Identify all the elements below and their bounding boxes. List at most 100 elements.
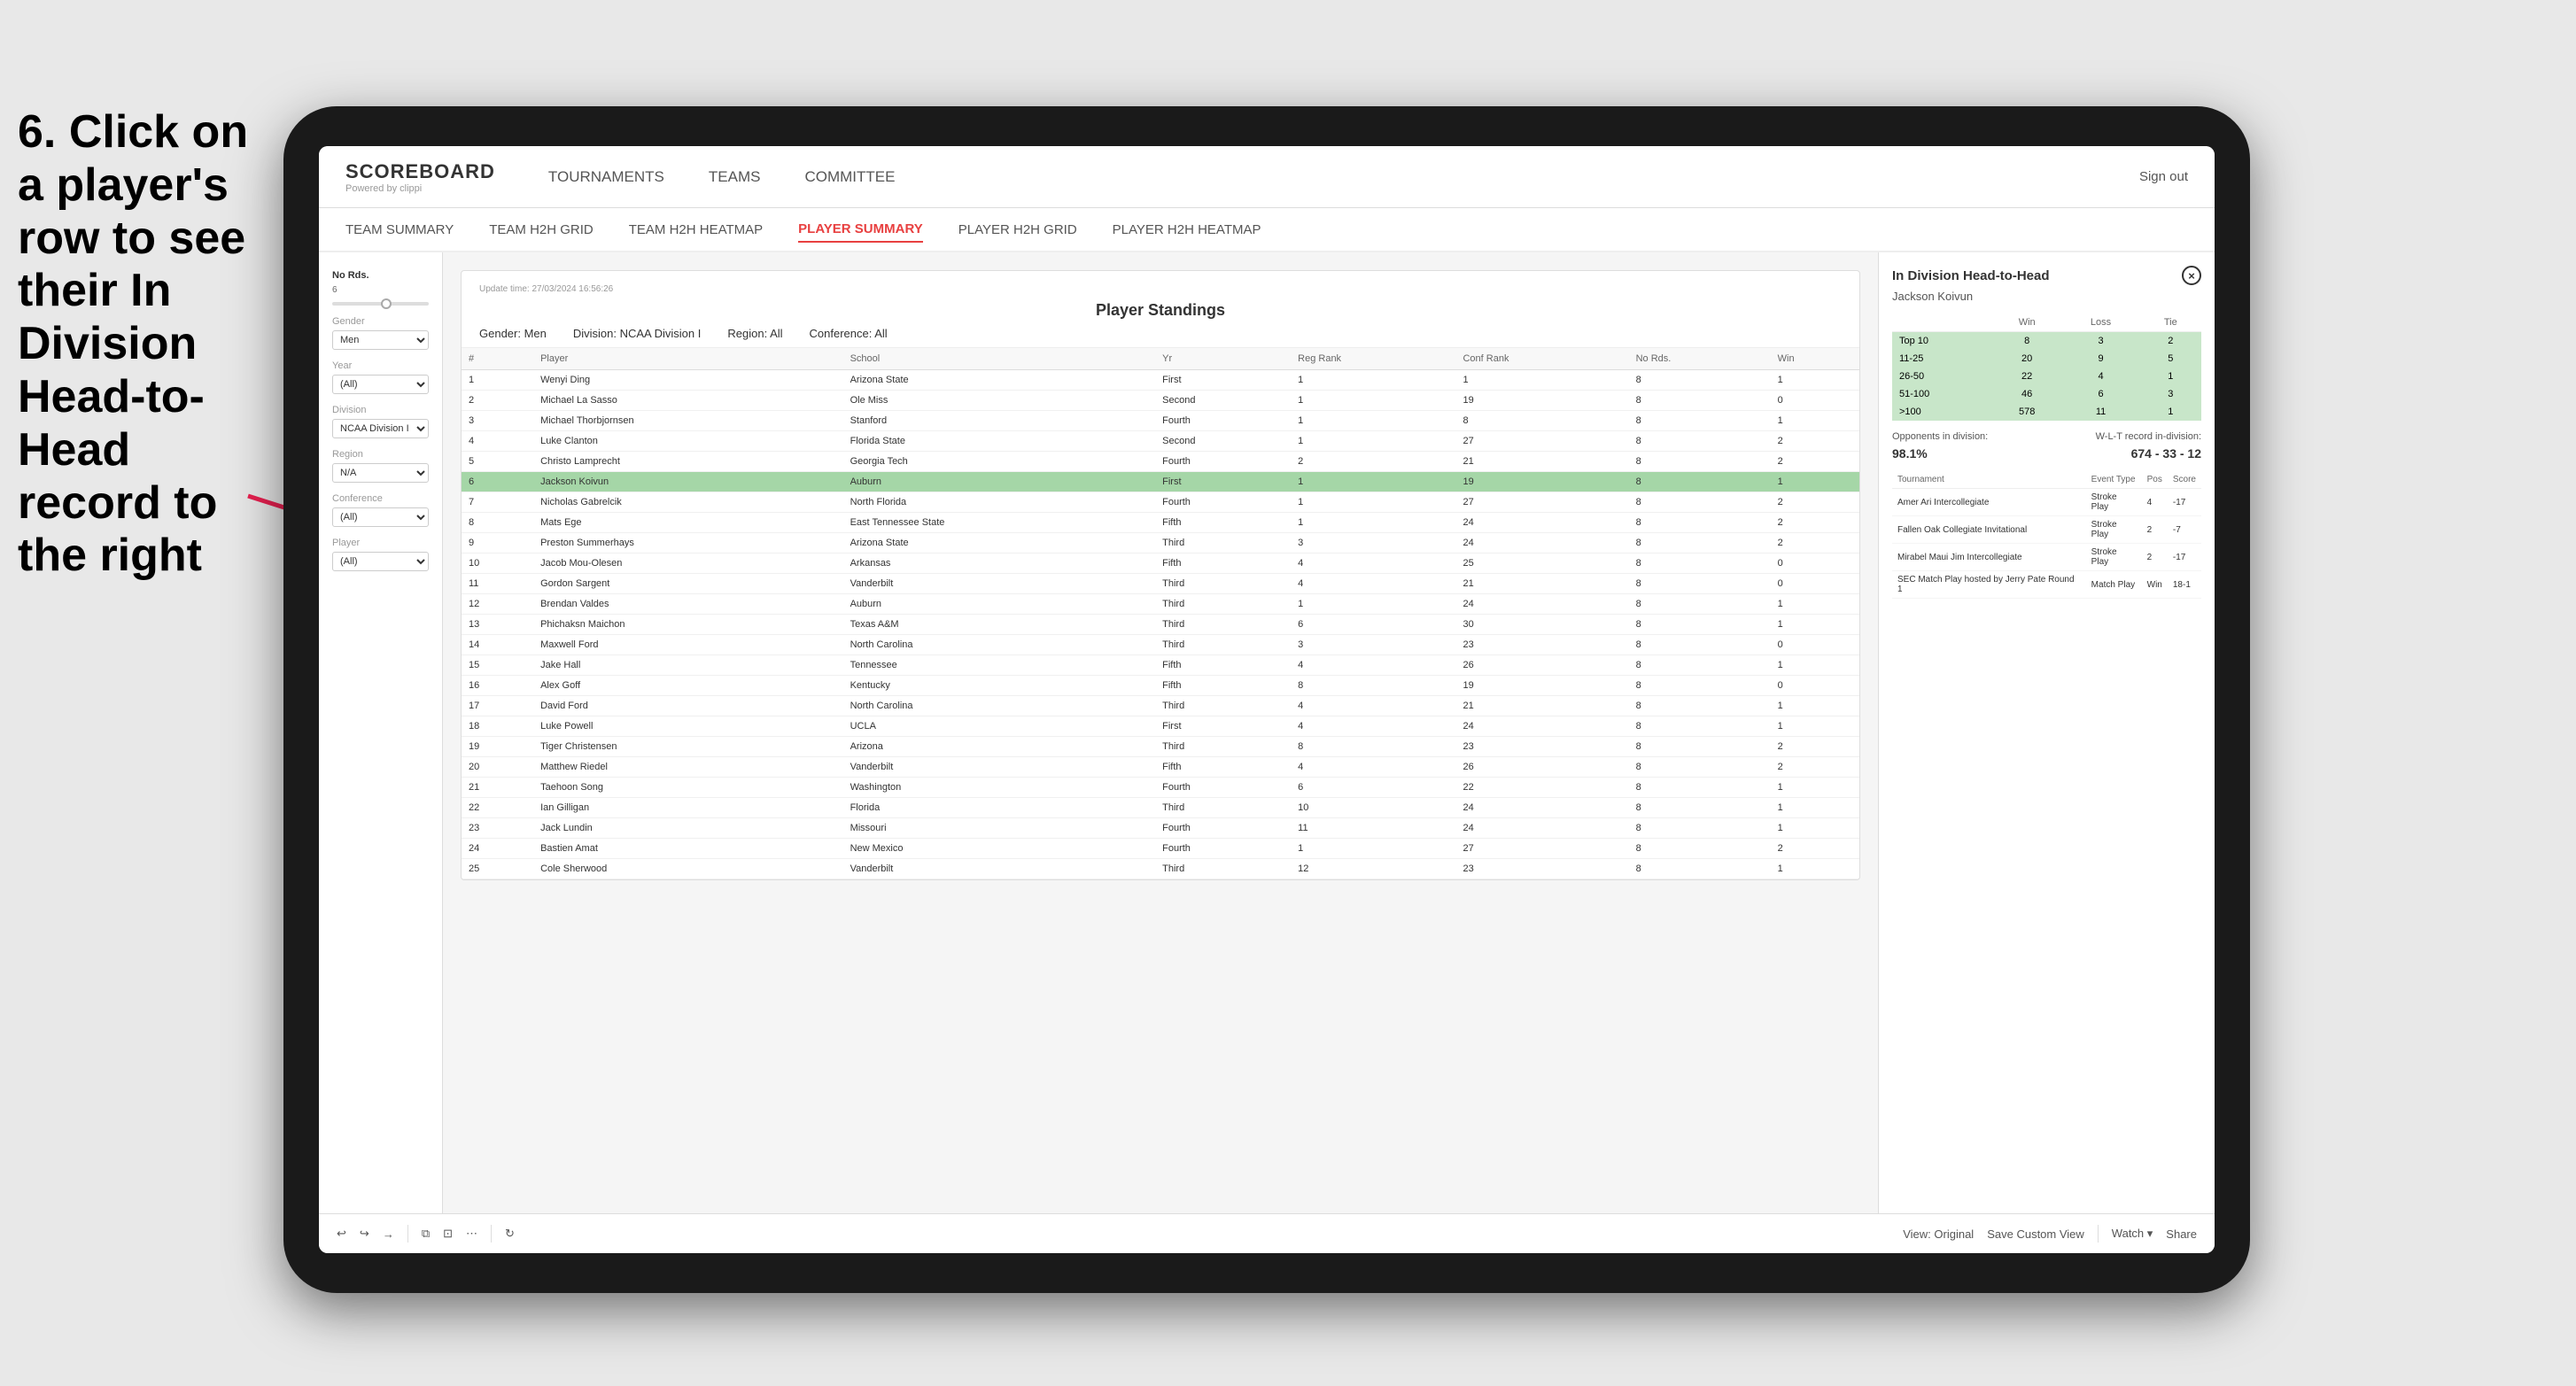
table-row[interactable]: 1 Wenyi Ding Arizona State First 1 1 8 1 xyxy=(462,370,1859,391)
cell-reg-rank: 2 xyxy=(1291,452,1455,472)
tournament-type: Stroke Play xyxy=(2086,516,2142,544)
nav-tournaments[interactable]: TOURNAMENTS xyxy=(548,164,664,190)
update-time: Update time: 27/03/2024 16:56:26 xyxy=(479,284,1842,294)
table-row[interactable]: 5 Christo Lamprecht Georgia Tech Fourth … xyxy=(462,452,1859,472)
table-row[interactable]: 16 Alex Goff Kentucky Fifth 8 19 8 0 xyxy=(462,676,1859,696)
nav-teams[interactable]: TEAMS xyxy=(709,164,761,190)
h2h-tie: 1 xyxy=(2140,368,2201,385)
cell-no-rds: 8 xyxy=(1629,452,1771,472)
redo-button[interactable]: ↪ xyxy=(360,1227,369,1241)
cell-conf-rank: 22 xyxy=(1455,778,1628,798)
table-row[interactable]: 4 Luke Clanton Florida State Second 1 27… xyxy=(462,431,1859,452)
cell-win: 1 xyxy=(1771,716,1859,737)
standings-table: # Player School Yr Reg Rank Conf Rank No… xyxy=(462,348,1859,879)
table-row[interactable]: 17 David Ford North Carolina Third 4 21 … xyxy=(462,696,1859,716)
tournament-score: -7 xyxy=(2168,516,2201,544)
cell-school: Tennessee xyxy=(843,655,1156,676)
region-select[interactable]: N/A xyxy=(332,463,429,483)
paste-button[interactable]: ⊡ xyxy=(443,1227,453,1241)
region-filter-label: Region xyxy=(332,449,429,460)
cell-player: Taehoon Song xyxy=(533,778,843,798)
table-row[interactable]: 10 Jacob Mou-Olesen Arkansas Fifth 4 25 … xyxy=(462,554,1859,574)
cell-win: 0 xyxy=(1771,391,1859,411)
table-row[interactable]: 9 Preston Summerhays Arizona State Third… xyxy=(462,533,1859,554)
table-row[interactable]: 3 Michael Thorbjornsen Stanford Fourth 1… xyxy=(462,411,1859,431)
table-row[interactable]: 18 Luke Powell UCLA First 4 24 8 1 xyxy=(462,716,1859,737)
cell-school: Vanderbilt xyxy=(843,859,1156,879)
col-score: Score xyxy=(2168,471,2201,489)
h2h-stats-table: Win Loss Tie Top 10 8 3 2 11-25 20 9 5 2… xyxy=(1892,314,2201,421)
cell-num: 19 xyxy=(462,737,533,757)
subnav-player-h2h-grid[interactable]: PLAYER H2H GRID xyxy=(958,218,1077,242)
cell-num: 25 xyxy=(462,859,533,879)
sign-out-link[interactable]: Sign out xyxy=(2139,169,2188,184)
nav-committee[interactable]: COMMITTEE xyxy=(804,164,895,190)
cell-num: 7 xyxy=(462,492,533,513)
cell-conf-rank: 19 xyxy=(1455,472,1628,492)
table-row[interactable]: 21 Taehoon Song Washington Fourth 6 22 8… xyxy=(462,778,1859,798)
table-row[interactable]: 22 Ian Gilligan Florida Third 10 24 8 1 xyxy=(462,798,1859,818)
table-row[interactable]: 6 Jackson Koivun Auburn First 1 19 8 1 xyxy=(462,472,1859,492)
table-row[interactable]: 25 Cole Sherwood Vanderbilt Third 12 23 … xyxy=(462,859,1859,879)
cell-conf-rank: 19 xyxy=(1455,676,1628,696)
table-row[interactable]: 12 Brendan Valdes Auburn Third 1 24 8 1 xyxy=(462,594,1859,615)
tournament-score: -17 xyxy=(2168,489,2201,516)
h2h-loss: 3 xyxy=(2061,332,2139,351)
h2h-win: 22 xyxy=(1992,368,2062,385)
table-row[interactable]: 8 Mats Ege East Tennessee State Fifth 1 … xyxy=(462,513,1859,533)
cell-win: 1 xyxy=(1771,818,1859,839)
no-rds-slider[interactable] xyxy=(332,302,429,306)
h2h-col-loss: Loss xyxy=(2061,314,2139,332)
subnav-player-summary[interactable]: PLAYER SUMMARY xyxy=(798,217,923,243)
gender-filter-label: Gender xyxy=(332,316,429,327)
table-row[interactable]: 2 Michael La Sasso Ole Miss Second 1 19 … xyxy=(462,391,1859,411)
undo-button[interactable]: ↩ xyxy=(337,1227,346,1241)
subnav-team-h2h-grid[interactable]: TEAM H2H GRID xyxy=(489,218,594,242)
cell-yr: Fourth xyxy=(1155,411,1291,431)
subnav-team-h2h-heatmap[interactable]: TEAM H2H HEATMAP xyxy=(629,218,763,242)
year-select[interactable]: (All) xyxy=(332,375,429,394)
cell-player: Luke Powell xyxy=(533,716,843,737)
cell-no-rds: 8 xyxy=(1629,554,1771,574)
cell-school: Arkansas xyxy=(843,554,1156,574)
h2h-title-text: In Division Head-to-Head xyxy=(1892,268,2050,283)
division-select[interactable]: NCAA Division I xyxy=(332,419,429,438)
view-original-button[interactable]: View: Original xyxy=(1903,1227,1974,1241)
refresh-button[interactable]: ↻ xyxy=(505,1227,515,1241)
table-row[interactable]: 19 Tiger Christensen Arizona Third 8 23 … xyxy=(462,737,1859,757)
table-row[interactable]: 24 Bastien Amat New Mexico Fourth 1 27 8… xyxy=(462,839,1859,859)
cell-school: Arizona xyxy=(843,737,1156,757)
save-custom-button[interactable]: Save Custom View xyxy=(1987,1227,2084,1241)
table-row[interactable]: 15 Jake Hall Tennessee Fifth 4 26 8 1 xyxy=(462,655,1859,676)
conference-select[interactable]: (All) xyxy=(332,507,429,527)
more-button[interactable]: ⋯ xyxy=(466,1227,477,1241)
gender-select[interactable]: Men xyxy=(332,330,429,350)
copy-button[interactable]: ⧉ xyxy=(422,1227,430,1241)
share-button[interactable]: Share xyxy=(2166,1227,2197,1241)
watch-button[interactable]: Watch ▾ xyxy=(2112,1227,2153,1241)
table-row[interactable]: 11 Gordon Sargent Vanderbilt Third 4 21 … xyxy=(462,574,1859,594)
table-row[interactable]: 7 Nicholas Gabrelcik North Florida Fourt… xyxy=(462,492,1859,513)
cell-reg-rank: 4 xyxy=(1291,757,1455,778)
table-row[interactable]: 13 Phichaksn Maichon Texas A&M Third 6 3… xyxy=(462,615,1859,635)
table-row[interactable]: 20 Matthew Riedel Vanderbilt Fifth 4 26 … xyxy=(462,757,1859,778)
cell-player: Preston Summerhays xyxy=(533,533,843,554)
cell-player: Jake Hall xyxy=(533,655,843,676)
cell-player: Alex Goff xyxy=(533,676,843,696)
cell-school: Arizona State xyxy=(843,370,1156,391)
subnav-player-h2h-heatmap[interactable]: PLAYER H2H HEATMAP xyxy=(1113,218,1261,242)
subnav-team-summary[interactable]: TEAM SUMMARY xyxy=(345,218,454,242)
h2h-title: In Division Head-to-Head × xyxy=(1892,266,2201,285)
cell-school: Auburn xyxy=(843,594,1156,615)
table-row[interactable]: 23 Jack Lundin Missouri Fourth 11 24 8 1 xyxy=(462,818,1859,839)
table-row[interactable]: 14 Maxwell Ford North Carolina Third 3 2… xyxy=(462,635,1859,655)
h2h-close-button[interactable]: × xyxy=(2182,266,2201,285)
forward-button[interactable]: → xyxy=(383,1227,394,1241)
cell-player: Gordon Sargent xyxy=(533,574,843,594)
player-select[interactable]: (All) xyxy=(332,552,429,571)
h2h-panel: In Division Head-to-Head × Jackson Koivu… xyxy=(1878,252,2215,1213)
cell-conf-rank: 27 xyxy=(1455,492,1628,513)
cell-yr: Fourth xyxy=(1155,818,1291,839)
cell-num: 14 xyxy=(462,635,533,655)
cell-no-rds: 8 xyxy=(1629,676,1771,696)
